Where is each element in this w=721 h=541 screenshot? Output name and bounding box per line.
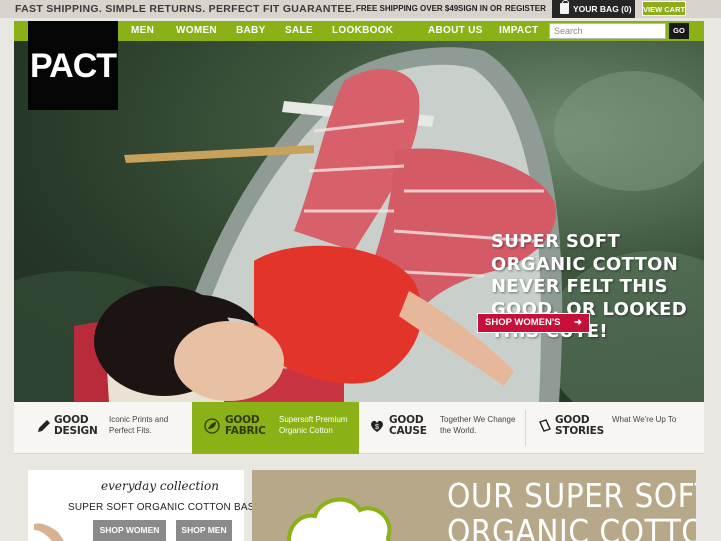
svg-text:$: $ xyxy=(375,424,379,431)
cotton-icon xyxy=(287,497,392,541)
feature-title: GOOD CAUSE xyxy=(389,415,427,437)
feature-desc: Together We Change the World. xyxy=(440,414,515,436)
feature-title-line: CAUSE xyxy=(389,425,427,437)
organic-cotton-headline: OUR SUPER SOFT ORGANIC COTTON xyxy=(447,478,696,541)
nav-item-baby[interactable]: BABY xyxy=(236,25,266,36)
shopping-bag-button[interactable]: YOUR BAG (0) xyxy=(552,0,635,18)
feature-good-design[interactable]: GOOD DESIGN Iconic Prints and Perfect Fi… xyxy=(14,402,192,454)
nav-item-sale[interactable]: SALE xyxy=(285,25,313,36)
feature-title: GOOD FABRIC xyxy=(225,415,266,437)
everyday-collection-panel: everyday collection SUPER SOFT ORGANIC C… xyxy=(28,470,272,541)
feature-title: GOOD DESIGN xyxy=(54,415,98,437)
feature-good-fabric[interactable]: GOOD FABRIC Supersoft Premium Organic Co… xyxy=(192,402,359,454)
heart-dollar-icon: $ xyxy=(371,420,383,432)
feature-desc-line: What We're Up To xyxy=(612,415,677,424)
feature-desc-line: Organic Cotton xyxy=(279,426,333,435)
feature-desc: What We're Up To xyxy=(612,414,676,425)
arrow-right-icon: ➜ xyxy=(574,317,582,328)
nav-item-lookbook[interactable]: LOOKBOOK xyxy=(332,25,393,36)
view-cart-button[interactable]: VIEW CART xyxy=(642,1,686,16)
everyday-script-title: everyday collection xyxy=(101,479,219,493)
feature-desc-line: Supersoft Premium xyxy=(279,415,348,424)
hero-headline-line: ORGANIC COTTON xyxy=(491,253,679,275)
feature-title: GOOD STORIES xyxy=(555,415,604,437)
feature-title-line: DESIGN xyxy=(54,425,98,437)
organic-cotton-headline-line: ORGANIC COTTON xyxy=(447,512,696,541)
book-icon xyxy=(539,419,551,432)
feature-desc-line: Together We Change xyxy=(440,415,516,424)
feature-good-stories[interactable]: GOOD STORIES What We're Up To xyxy=(526,402,704,454)
search-go-button[interactable]: GO xyxy=(669,23,689,39)
model-arm-image xyxy=(34,523,64,541)
nav-item-men[interactable]: MEN xyxy=(131,25,154,36)
feature-title-line: STORIES xyxy=(555,425,604,437)
pencil-icon xyxy=(38,420,50,432)
shop-men-button[interactable]: SHOP MEN xyxy=(176,520,232,541)
shop-womens-button[interactable]: SHOP WOMEN'S ➜ xyxy=(477,313,590,333)
feature-title-line: FABRIC xyxy=(225,425,266,437)
bag-label: YOUR BAG (0) xyxy=(573,4,632,14)
feature-desc: Iconic Prints and Perfect Fits. xyxy=(109,414,168,436)
or-text: OR xyxy=(490,4,502,13)
leaf-icon xyxy=(204,418,220,434)
promo-text: FAST SHIPPING. SIMPLE RETURNS. PERFECT F… xyxy=(15,3,356,15)
bag-icon xyxy=(560,0,569,14)
feature-desc-line: Iconic Prints and xyxy=(109,415,169,424)
feature-good-cause[interactable]: $ GOOD CAUSE Together We Change the Worl… xyxy=(359,402,525,454)
nav-item-women[interactable]: WOMEN xyxy=(176,25,217,36)
hero-headline-line: NEVER FELT THIS xyxy=(491,276,668,297)
feature-strip: GOOD DESIGN Iconic Prints and Perfect Fi… xyxy=(14,402,704,454)
nav-item-impact[interactable]: IMPACT xyxy=(499,25,538,36)
everyday-subtitle: SUPER SOFT ORGANIC COTTON BASICS xyxy=(68,502,272,513)
feature-desc-line: Perfect Fits. xyxy=(109,426,152,435)
shop-womens-label: SHOP WOMEN'S xyxy=(485,317,561,328)
hero-headline-line: SUPER SOFT xyxy=(491,231,621,252)
register-link[interactable]: REGISTER xyxy=(505,4,546,13)
organic-cotton-promo[interactable]: OUR SUPER SOFT ORGANIC COTTON xyxy=(252,470,696,541)
feature-desc-line: the World. xyxy=(440,426,477,435)
top-promo-bar: FAST SHIPPING. SIMPLE RETURNS. PERFECT F… xyxy=(0,0,721,18)
shop-women-button[interactable]: SHOP WOMEN xyxy=(93,520,166,541)
feature-desc: Supersoft Premium Organic Cotton xyxy=(279,414,347,436)
search-input[interactable] xyxy=(549,23,666,39)
free-shipping-text: FREE SHIPPING OVER $49 xyxy=(356,4,459,13)
organic-cotton-headline-line: OUR SUPER SOFT xyxy=(447,476,696,515)
nav-item-about-us[interactable]: ABOUT US xyxy=(428,25,483,36)
sign-in-link[interactable]: SIGN IN xyxy=(458,4,488,13)
pact-logo[interactable]: PACT xyxy=(28,21,118,110)
